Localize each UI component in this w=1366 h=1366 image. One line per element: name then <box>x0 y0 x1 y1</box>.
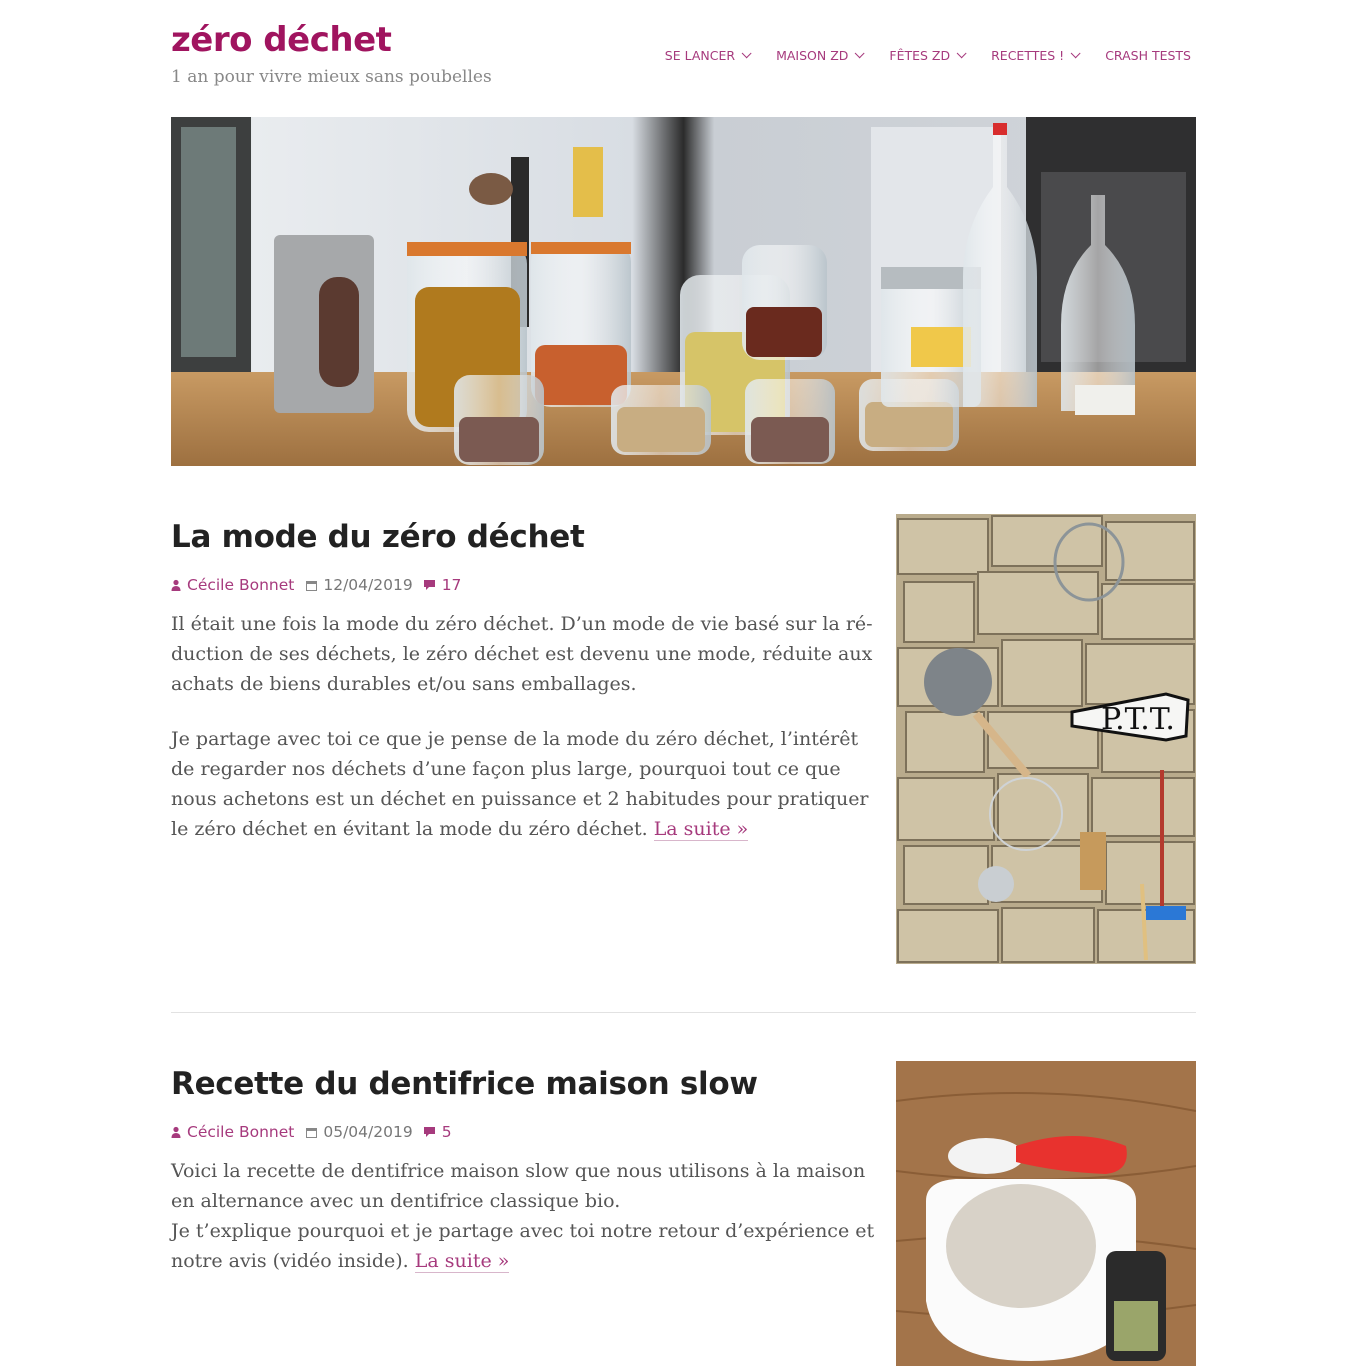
chevron-down-icon <box>741 48 752 59</box>
post-author[interactable]: Cécile Bonnet <box>171 1123 294 1141</box>
nav-item-crash-tests[interactable]: CRASH TESTS <box>1105 48 1191 63</box>
user-icon <box>171 579 181 591</box>
nav-label: RECETTES ! <box>991 48 1065 63</box>
chevron-down-icon <box>855 48 865 59</box>
nav-item-fetes-zd[interactable]: FÊTES ZD <box>889 48 967 63</box>
post-meta: Cécile Bonnet 12/04/2019 17 <box>171 576 461 594</box>
excerpt-paragraph: Je partage avec toi ce que je pense de l… <box>171 724 876 844</box>
excerpt-paragraph: Voici la recette de dentifrice maison sl… <box>171 1160 866 1212</box>
nav-label: CRASH TESTS <box>1105 48 1191 63</box>
sign-text: P.T.T. <box>1101 702 1175 737</box>
calendar-icon <box>306 580 318 591</box>
read-more-link[interactable]: La suite » <box>653 818 749 841</box>
nav-label: SE LANCER <box>664 48 736 63</box>
post-meta: Cécile Bonnet 05/04/2019 5 <box>171 1123 452 1141</box>
hero-image[interactable] <box>171 117 1196 466</box>
read-more-link[interactable]: La suite » <box>414 1250 510 1273</box>
site-description: 1 an pour vivre mieux sans poubelles <box>171 67 492 87</box>
date-text: 05/04/2019 <box>323 1123 413 1141</box>
post-title[interactable]: La mode du zéro déchet <box>171 519 585 555</box>
nav-label: FÊTES ZD <box>889 48 951 63</box>
post-author[interactable]: Cécile Bonnet <box>171 576 294 594</box>
chevron-down-icon <box>956 48 967 59</box>
toothpaste-powder-bowl-photo <box>896 1061 1196 1366</box>
kitchen-jars-photo <box>171 117 1196 466</box>
excerpt-text: Je partage avec toi ce que je pense de l… <box>171 728 869 840</box>
stone-wall-utensils-photo: P.T.T. <box>896 514 1196 964</box>
post-thumbnail[interactable] <box>896 1061 1196 1366</box>
post-date[interactable]: 05/04/2019 <box>306 1123 413 1141</box>
site-title[interactable]: zéro déchet <box>171 20 392 60</box>
excerpt-paragraph: Il était une fois la mode du zéro déchet… <box>171 613 873 695</box>
page: zéro déchet 1 an pour vivre mieux sans p… <box>171 0 1196 1366</box>
excerpt-paragraph: Je t’explique pourquoi et je partage ave… <box>171 1216 876 1276</box>
chevron-down-icon <box>1070 48 1081 59</box>
author-name: Cécile Bonnet <box>187 1123 295 1141</box>
post-excerpt: Voici la recette de dentifrice maison sl… <box>171 1156 876 1301</box>
post-comments[interactable]: 17 <box>423 576 462 594</box>
comment-icon <box>423 1127 435 1137</box>
nav-item-se-lancer[interactable]: SE LANCER <box>664 48 752 63</box>
main-nav: SE LANCER MAISON ZD FÊTES ZD RECETTES ! … <box>637 48 1191 63</box>
comment-icon <box>423 580 435 590</box>
nav-label: MAISON ZD <box>776 48 849 63</box>
post-date[interactable]: 12/04/2019 <box>306 576 413 594</box>
nav-item-maison-zd[interactable]: MAISON ZD <box>776 48 865 63</box>
date-text: 12/04/2019 <box>323 576 413 594</box>
comments-count: 17 <box>441 576 462 594</box>
author-name: Cécile Bonnet <box>187 576 295 594</box>
post-excerpt: Il était une fois la mode du zéro déchet… <box>171 609 876 869</box>
calendar-icon <box>306 1127 318 1138</box>
comments-count: 5 <box>441 1123 452 1141</box>
post-thumbnail[interactable]: P.T.T. <box>896 514 1196 964</box>
post-title[interactable]: Recette du dentifrice maison slow <box>171 1066 758 1102</box>
excerpt-text: Je t’explique pourquoi et je partage ave… <box>171 1220 875 1272</box>
post-separator <box>171 1012 1196 1013</box>
nav-item-recettes[interactable]: RECETTES ! <box>991 48 1081 63</box>
post-comments[interactable]: 5 <box>423 1123 452 1141</box>
user-icon <box>171 1126 181 1138</box>
